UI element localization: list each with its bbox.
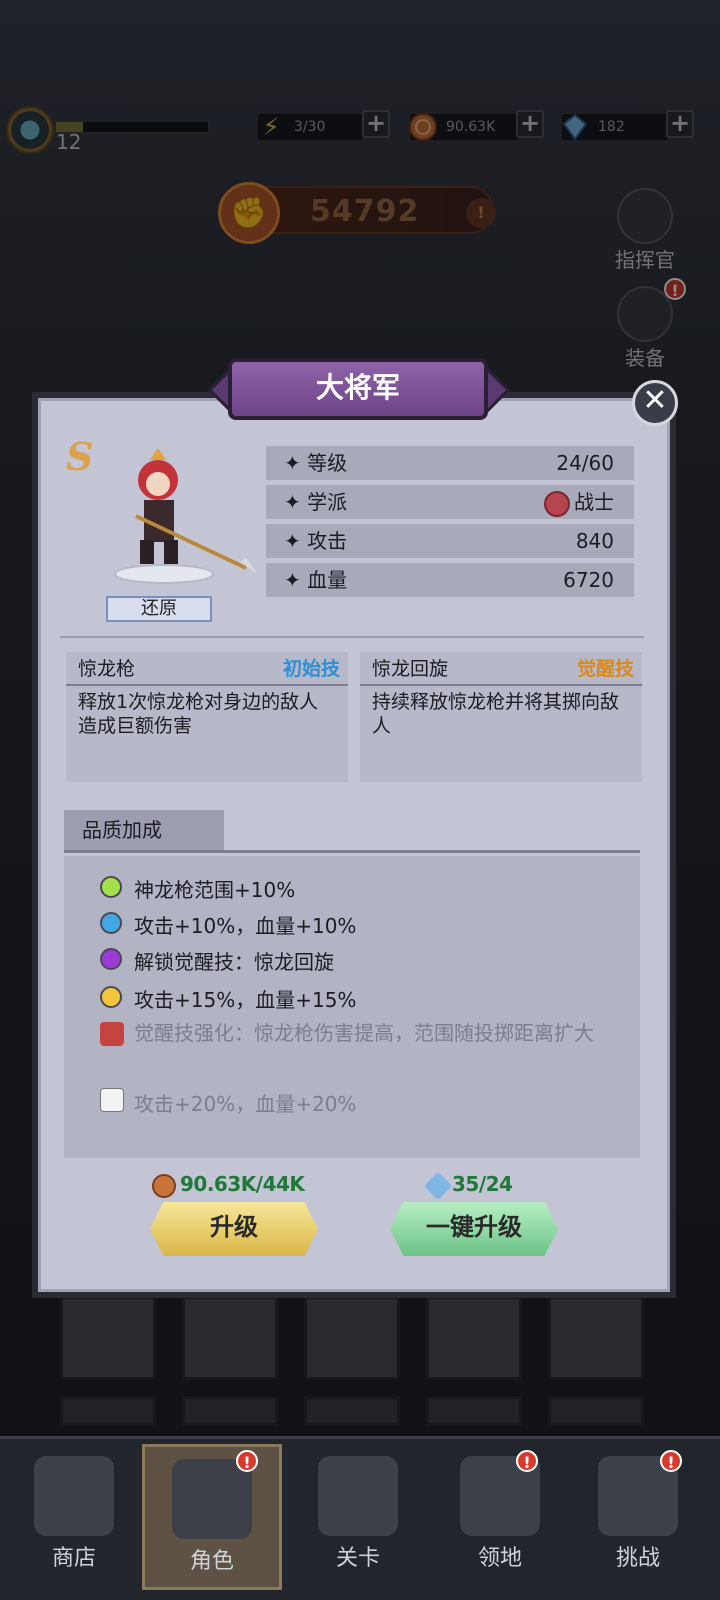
stat-label: 等级 bbox=[307, 451, 348, 475]
nav-label: 挑战 bbox=[615, 1546, 660, 1571]
coin-cost-value: 90.63K/44K bbox=[180, 1172, 305, 1196]
divider bbox=[60, 636, 644, 638]
restore-button[interactable]: 还原 bbox=[106, 596, 212, 622]
nav-label: 角色 bbox=[189, 1549, 234, 1574]
nav-label: 领地 bbox=[477, 1546, 522, 1571]
skill-name: 惊龙枪 bbox=[78, 658, 136, 680]
lock-icon bbox=[100, 1088, 124, 1112]
quality-item-locked: 觉醒技强化：惊龙枪伤害提高，范围随投掷距离扩大 bbox=[134, 1021, 594, 1045]
quality-item: 攻击+15%，血量+15% bbox=[134, 988, 357, 1012]
stat-attack: ✦ 攻击 840 bbox=[266, 524, 634, 558]
stat-label: 学派 bbox=[307, 490, 348, 514]
nav-territory[interactable]: 领地 bbox=[430, 1444, 570, 1590]
nav-challenge[interactable]: 挑战 bbox=[568, 1444, 708, 1590]
stat-value: 6720 bbox=[563, 568, 614, 592]
divider bbox=[64, 850, 640, 853]
nav-label: 商店 bbox=[51, 1546, 96, 1571]
coin-icon bbox=[152, 1173, 176, 1198]
notification-badge-icon: ! bbox=[660, 1450, 682, 1472]
hero-sprite-icon bbox=[135, 448, 256, 573]
stat-label: 攻击 bbox=[307, 529, 348, 553]
one-key-upgrade-button[interactable]: 一键升级 bbox=[390, 1202, 558, 1256]
skill-tag: 觉醒技 bbox=[576, 658, 634, 680]
nav-label: 关卡 bbox=[335, 1546, 380, 1571]
quality-item-locked: 攻击+20%，血量+20% bbox=[134, 1092, 357, 1116]
crossed-swords-icon bbox=[318, 1456, 398, 1536]
notification-badge-icon: ! bbox=[516, 1450, 538, 1472]
lock-icon bbox=[100, 1022, 124, 1046]
stat-level: ✦ 等级 24/60 bbox=[266, 446, 634, 480]
quality-bonus-header: 品质加成 bbox=[64, 810, 224, 850]
role-portrait-icon bbox=[172, 1459, 252, 1539]
skill-card-initial[interactable]: 惊龙枪 初始技 释放1次惊龙枪对身边的敌人造成巨额伤害 bbox=[66, 652, 348, 782]
hero-name-title: 大将军 bbox=[228, 358, 488, 420]
skill-name: 惊龙回旋 bbox=[372, 658, 449, 680]
stat-hp: ✦ 血量 6720 bbox=[266, 563, 634, 597]
skill-tag: 初始技 bbox=[282, 658, 340, 680]
stat-value: 24/60 bbox=[556, 451, 614, 475]
stat-value: 840 bbox=[575, 529, 614, 553]
quality-dot-icon bbox=[100, 912, 122, 934]
stat-label: 血量 bbox=[307, 568, 348, 592]
close-button[interactable]: ✕ bbox=[632, 380, 678, 426]
quality-item: 神龙枪范围+10% bbox=[134, 878, 296, 902]
gem-icon bbox=[423, 1171, 453, 1200]
stat-value: 战士 bbox=[574, 490, 614, 514]
gem-cost: 35/24 bbox=[423, 1171, 513, 1200]
quality-dot-icon bbox=[100, 948, 122, 970]
hero-portrait bbox=[96, 446, 256, 596]
nav-shop[interactable]: 商店 bbox=[4, 1444, 144, 1590]
skill-description: 释放1次惊龙枪对身边的敌人造成巨额伤害 bbox=[78, 691, 319, 737]
skill-card-awaken[interactable]: 惊龙回旋 觉醒技 持续释放惊龙枪并将其掷向敌人 bbox=[360, 652, 642, 782]
gem-cost-value: 35/24 bbox=[452, 1172, 513, 1196]
notification-badge-icon: ! bbox=[236, 1450, 258, 1472]
quality-item: 攻击+10%，血量+10% bbox=[134, 914, 357, 938]
nav-stage[interactable]: 关卡 bbox=[288, 1444, 428, 1590]
stat-school: ✦ 学派 战士 bbox=[266, 485, 634, 519]
nav-role[interactable]: 角色 bbox=[142, 1444, 282, 1590]
coin-cost: 90.63K/44K bbox=[152, 1172, 305, 1198]
quality-item: 解锁觉醒技：惊龙回旋 bbox=[134, 950, 334, 974]
upgrade-button[interactable]: 升级 bbox=[150, 1202, 318, 1256]
shop-stall-icon bbox=[34, 1456, 114, 1536]
skill-description: 持续释放惊龙枪并将其掷向敌人 bbox=[372, 691, 620, 737]
rank-badge: S bbox=[66, 434, 94, 479]
quality-dot-icon bbox=[100, 876, 122, 898]
warrior-sword-icon bbox=[544, 490, 570, 517]
quality-dot-icon bbox=[100, 986, 122, 1008]
